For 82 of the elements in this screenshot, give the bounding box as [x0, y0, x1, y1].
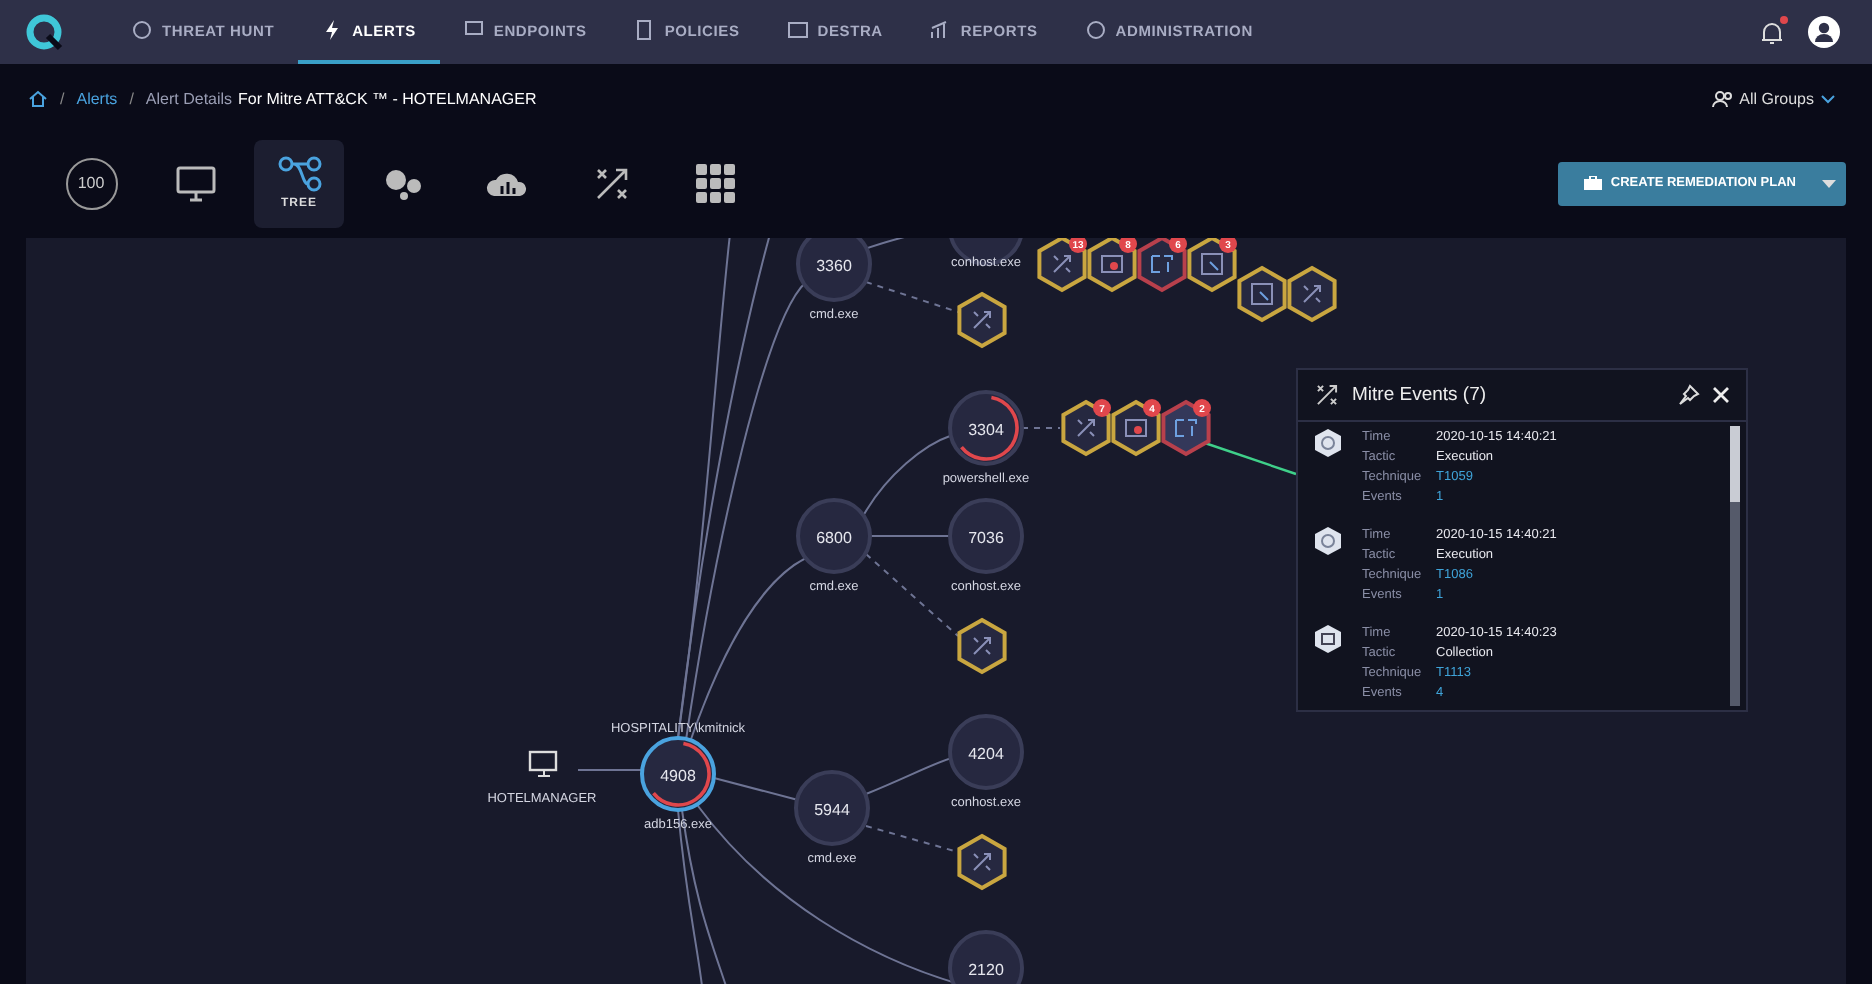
technique-node[interactable] [957, 291, 1007, 348]
technique-icon [1303, 284, 1321, 303]
process-id: 3360 [816, 256, 852, 275]
briefcase-icon [1584, 176, 1603, 191]
technique-node[interactable] [1237, 265, 1287, 322]
process-node[interactable] [948, 929, 1024, 984]
technique-icon [1077, 418, 1095, 437]
home-icon[interactable] [28, 90, 48, 109]
breadcrumb-separator: / [60, 90, 65, 109]
nav-icon [930, 20, 951, 40]
process-id: 7036 [968, 528, 1004, 547]
connector-line [865, 756, 953, 795]
bubbles-icon [383, 167, 423, 200]
technique-node[interactable] [1287, 265, 1337, 322]
process-id: 4204 [968, 744, 1004, 763]
technique-icon [1175, 418, 1197, 437]
technique-node[interactable] [1087, 237, 1137, 292]
process-node[interactable] [796, 497, 872, 574]
technique-node[interactable] [1161, 399, 1211, 456]
technique-node[interactable] [957, 617, 1007, 674]
panel-title: Mitre Events (7) [1352, 383, 1489, 406]
process-node[interactable] [948, 713, 1024, 790]
process-node[interactable] [794, 769, 870, 846]
technique-icon [973, 852, 991, 871]
process-node[interactable] [640, 735, 716, 812]
connector-line [577, 768, 643, 771]
chevron-down-icon [1820, 94, 1836, 105]
tactic-icon [1314, 623, 1342, 654]
connector-line [869, 534, 951, 537]
nav-icon [132, 20, 152, 40]
logo-icon [24, 12, 64, 52]
connector-line [713, 776, 799, 801]
process-id: 5944 [814, 800, 850, 819]
user-avatar-icon[interactable] [1808, 16, 1840, 48]
breadcrumb-link[interactable]: Alerts [76, 90, 118, 109]
groups-dropdown[interactable]: All Groups [1699, 88, 1848, 111]
nav-icon [322, 20, 343, 40]
breadcrumb-label: Alert Details [145, 90, 233, 109]
breadcrumb-current: For Mitre ATT&CK ™ - HOTELMANAGER [238, 90, 537, 109]
mitre-icon [1314, 381, 1340, 408]
tactic-icon [1314, 525, 1342, 556]
technique-node[interactable] [957, 833, 1007, 890]
cloud-chart-icon [485, 169, 529, 198]
process-node[interactable] [948, 237, 1024, 266]
nav-icon [463, 20, 484, 40]
technique-icon [973, 310, 991, 329]
computer-icon [528, 750, 558, 777]
view-tab[interactable]: 100 [46, 139, 136, 228]
technique-node[interactable] [1037, 237, 1087, 292]
connector-line [1021, 426, 1061, 429]
pin-icon[interactable] [1678, 383, 1700, 406]
close-icon[interactable] [1712, 385, 1730, 404]
process-id: 3304 [968, 420, 1004, 439]
process-id: 2120 [968, 960, 1004, 979]
technique-node[interactable] [1187, 237, 1237, 292]
nav-icon [1085, 20, 1106, 40]
technique-icon [1151, 254, 1173, 273]
technique-icon [973, 636, 991, 655]
caret-icon [1822, 179, 1836, 188]
process-id: 4908 [660, 766, 696, 785]
process-node[interactable] [948, 389, 1024, 466]
process-node[interactable] [948, 497, 1024, 574]
bell-icon[interactable] [1760, 19, 1784, 45]
tree-icon [277, 156, 321, 193]
technique-icon [1101, 254, 1123, 273]
monitor-icon [175, 165, 215, 202]
scrollbar-thumb[interactable] [1730, 425, 1740, 502]
process-id: 6800 [816, 528, 852, 547]
technique-icon [1251, 282, 1273, 305]
breadcrumb-separator: / [129, 90, 134, 109]
users-icon [1711, 90, 1734, 109]
process-node[interactable] [796, 237, 872, 302]
grid-icon [695, 163, 735, 204]
technique-icon [1125, 418, 1147, 437]
nav-icon [634, 20, 655, 40]
tactic-icon [1314, 427, 1342, 458]
technique-icon [1053, 254, 1071, 273]
technique-node[interactable] [1137, 237, 1187, 292]
nav-icon [787, 20, 808, 40]
crossed-arrows-icon [591, 163, 631, 204]
technique-icon [1201, 252, 1223, 275]
technique-node[interactable] [1061, 399, 1111, 456]
